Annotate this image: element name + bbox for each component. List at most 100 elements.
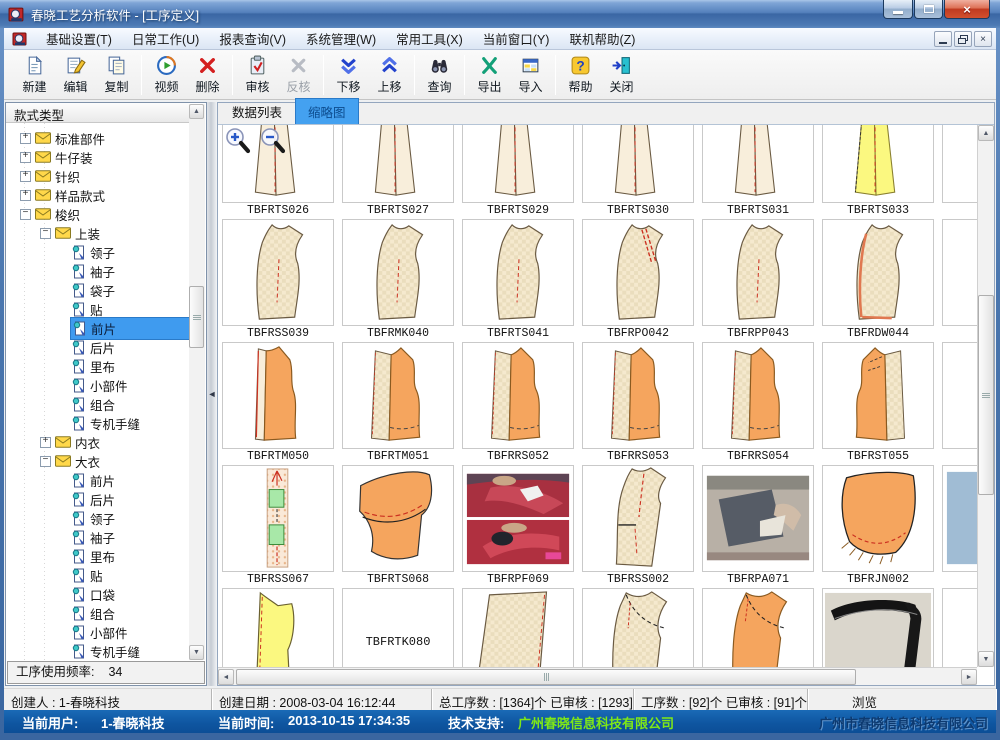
- toolbar-move-up-button[interactable]: 上移: [369, 52, 410, 98]
- thumbnail-cell[interactable]: [462, 588, 574, 667]
- thumbnail-cell[interactable]: TBFRRS053: [582, 342, 694, 465]
- expand-toggle[interactable]: −: [20, 209, 31, 220]
- thumbnail-cell[interactable]: TBFRPO042: [582, 219, 694, 342]
- menu-item-2[interactable]: 报表查询(V): [209, 26, 296, 51]
- close-button[interactable]: ×: [944, 0, 990, 19]
- tree-item-7[interactable]: 袖子: [6, 262, 189, 281]
- menu-item-4[interactable]: 常用工具(X): [386, 26, 473, 51]
- toolbar-edit-button[interactable]: 编辑: [55, 52, 96, 98]
- thumbnail-cell[interactable]: TBFRTS029: [462, 125, 574, 219]
- toolbar-export-button[interactable]: 导出: [469, 52, 510, 98]
- grid-vscroll-thumb[interactable]: [978, 295, 994, 495]
- tree-item-0[interactable]: +标准部件: [6, 129, 189, 148]
- toolbar-delete-button[interactable]: 删除: [187, 52, 228, 98]
- thumbnail-cell[interactable]: [822, 588, 934, 667]
- tree-item-23[interactable]: 贴: [6, 566, 189, 585]
- minimize-button[interactable]: [883, 0, 913, 19]
- expand-toggle[interactable]: +: [20, 152, 31, 163]
- toolbar-new-button[interactable]: 新建: [14, 52, 55, 98]
- thumbnail-cell[interactable]: TBFRST055: [822, 342, 934, 465]
- tree-item-4[interactable]: −梭织: [6, 205, 189, 224]
- menu-item-3[interactable]: 系统管理(W): [296, 26, 386, 51]
- thumbnail-cell[interactable]: TBFRSS039: [222, 219, 334, 342]
- thumbnail-cell[interactable]: TBFRTK080: [342, 588, 454, 667]
- grid-vertical-scrollbar[interactable]: ▲ ▼: [977, 125, 994, 667]
- menu-item-5[interactable]: 当前窗口(Y): [473, 26, 560, 51]
- thumbnail-cell[interactable]: TBFRSS067: [222, 465, 334, 588]
- menu-item-1[interactable]: 日常工作(U): [122, 26, 209, 51]
- tree-item-26[interactable]: 小部件: [6, 623, 189, 642]
- thumbnail-cell[interactable]: TBFRTM050: [222, 342, 334, 465]
- thumbnail-cell[interactable]: TBFRPA071: [702, 465, 814, 588]
- tree-item-10[interactable]: 前片: [6, 319, 189, 338]
- zoom-out-button[interactable]: [259, 127, 286, 154]
- tree-scroll-down-button[interactable]: ▼: [189, 645, 204, 660]
- tree-item-22[interactable]: 里布: [6, 547, 189, 566]
- thumbnail-cell[interactable]: TBFRTS033: [822, 125, 934, 219]
- expand-toggle[interactable]: +: [20, 190, 31, 201]
- grid-scroll-right-button[interactable]: ►: [961, 669, 977, 685]
- menu-item-6[interactable]: 联机帮助(Z): [559, 26, 645, 51]
- expand-toggle[interactable]: −: [40, 456, 51, 467]
- thumbnail-cell[interactable]: TBFRTS031: [702, 125, 814, 219]
- thumbnail-cell[interactable]: TBFRTS041: [462, 219, 574, 342]
- menu-item-0[interactable]: 基础设置(T): [36, 26, 122, 51]
- toolbar-help-button[interactable]: ?帮助: [560, 52, 601, 98]
- grid-scroll-down-button[interactable]: ▼: [978, 651, 994, 667]
- tree-item-21[interactable]: 袖子: [6, 528, 189, 547]
- tree-item-11[interactable]: 后片: [6, 338, 189, 357]
- thumbnail-cell[interactable]: TBFRTM051: [342, 342, 454, 465]
- toolbar-copy-button[interactable]: 复制: [96, 52, 137, 98]
- thumbnail-cell[interactable]: TBFRPF069: [462, 465, 574, 588]
- grid-scroll-up-button[interactable]: ▲: [978, 125, 994, 141]
- expand-toggle[interactable]: +: [40, 437, 51, 448]
- thumbnail-cell[interactable]: TBFRSS002: [582, 465, 694, 588]
- thumbnail-cell[interactable]: TBFRJN002: [822, 465, 934, 588]
- thumbnail-cell[interactable]: [942, 465, 977, 588]
- mdi-close-button[interactable]: ×: [974, 31, 992, 47]
- tree-item-25[interactable]: 组合: [6, 604, 189, 623]
- tree-item-3[interactable]: +样品款式: [6, 186, 189, 205]
- tree-item-13[interactable]: 小部件: [6, 376, 189, 395]
- thumbnail-cell[interactable]: [942, 588, 977, 667]
- expand-toggle[interactable]: −: [40, 228, 51, 239]
- tree-item-18[interactable]: 前片: [6, 471, 189, 490]
- thumbnail-cell[interactable]: TBFRRS052: [462, 342, 574, 465]
- thumbnail-cell[interactable]: [222, 588, 334, 667]
- tree-scroll-up-button[interactable]: ▲: [189, 104, 204, 119]
- tree-item-19[interactable]: 后片: [6, 490, 189, 509]
- tree-item-2[interactable]: +针织: [6, 167, 189, 186]
- tree-scroll-thumb[interactable]: [189, 286, 204, 348]
- tree-item-20[interactable]: 领子: [6, 509, 189, 528]
- mdi-minimize-button[interactable]: [934, 31, 952, 47]
- grid-hscroll-thumb[interactable]: [236, 669, 856, 685]
- thumbnail-cell[interactable]: TBFRTS068: [342, 465, 454, 588]
- tree-item-24[interactable]: 口袋: [6, 585, 189, 604]
- thumbnail-cell[interactable]: [942, 219, 977, 342]
- tree-item-6[interactable]: 领子: [6, 243, 189, 262]
- tab-data-list[interactable]: 数据列表: [220, 99, 294, 124]
- tree-item-14[interactable]: 组合: [6, 395, 189, 414]
- tree-item-15[interactable]: 专机手缝: [6, 414, 189, 433]
- thumbnail-cell[interactable]: TBFRDW044: [822, 219, 934, 342]
- toolbar-import-button[interactable]: 导入: [510, 52, 551, 98]
- tree-item-8[interactable]: 袋子: [6, 281, 189, 300]
- toolbar-search-button[interactable]: 查询: [419, 52, 460, 98]
- thumbnail-cell[interactable]: [942, 125, 977, 219]
- collapse-left-icon[interactable]: ◄: [208, 389, 217, 399]
- panel-splitter[interactable]: ◄: [207, 102, 217, 686]
- tree-item-27[interactable]: 专机手缝: [6, 642, 189, 661]
- thumbnail-cell[interactable]: TBFRMK040: [342, 219, 454, 342]
- tab-thumbnail[interactable]: 缩略图: [295, 98, 359, 124]
- grid-scroll-left-button[interactable]: ◄: [218, 669, 234, 685]
- toolbar-close-button[interactable]: 关闭: [601, 52, 642, 98]
- thumbnail-cell[interactable]: [942, 342, 977, 465]
- tree-item-12[interactable]: 里布: [6, 357, 189, 376]
- tree-item-1[interactable]: +牛仔装: [6, 148, 189, 167]
- zoom-in-button[interactable]: [224, 127, 251, 154]
- expand-toggle[interactable]: +: [20, 133, 31, 144]
- tree-item-16[interactable]: +内衣: [6, 433, 189, 452]
- thumbnail-cell[interactable]: [702, 588, 814, 667]
- thumbnail-cell[interactable]: TBFRPP043: [702, 219, 814, 342]
- tree-scrollbar[interactable]: ▲ ▼: [189, 104, 205, 660]
